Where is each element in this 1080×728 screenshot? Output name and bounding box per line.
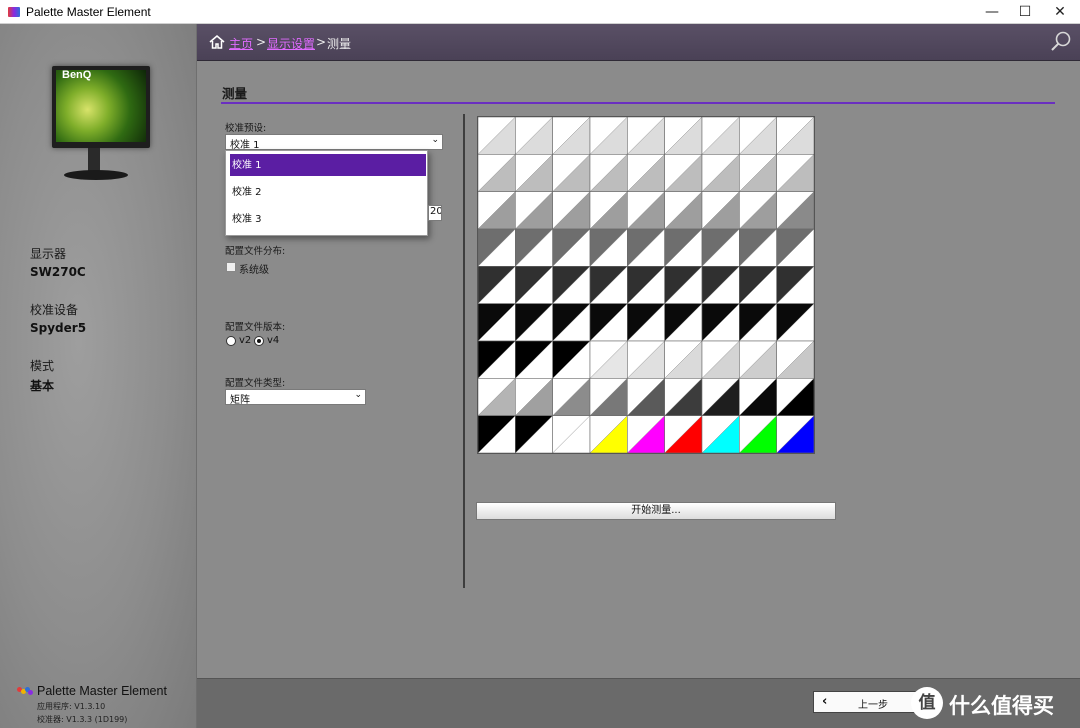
- color-patch-grid: [477, 116, 815, 454]
- maximize-button[interactable]: ☐: [1008, 0, 1042, 24]
- device-value: Spyder5: [30, 321, 87, 335]
- version-v2-radio[interactable]: [226, 336, 236, 346]
- vertical-divider: [463, 114, 465, 588]
- chevron-left-icon: ‹: [822, 694, 828, 709]
- breadcrumb: 主页 > 显示设置 > 测量: [197, 24, 1080, 61]
- title-underline: [221, 102, 1055, 104]
- app-name: Palette Master Element: [37, 684, 167, 698]
- close-button[interactable]: ✕: [1043, 0, 1077, 24]
- start-measure-button[interactable]: 开始测量...: [476, 502, 836, 520]
- search-icon[interactable]: [1050, 30, 1072, 52]
- version-v4-label: v4: [267, 335, 280, 346]
- version-v2-label: v2: [239, 335, 252, 346]
- monitor-image: BenQ: [52, 66, 150, 186]
- watermark-logo-icon: 值: [911, 687, 943, 719]
- window-titlebar: Palette Master Element — ☐ ✕: [0, 0, 1080, 24]
- type-select-value: 矩阵: [230, 395, 250, 406]
- mode-value: 基本: [30, 379, 55, 393]
- system-level-checkbox[interactable]: [226, 262, 236, 272]
- preset-option[interactable]: 校准 1: [230, 154, 426, 176]
- breadcrumb-separator: >: [256, 35, 267, 49]
- version-label: 配置文件版本:: [225, 322, 286, 333]
- type-select[interactable]: 矩阵 ⌄: [225, 389, 366, 406]
- app-icon: [8, 7, 20, 17]
- minimize-button[interactable]: —: [975, 0, 1009, 24]
- breadcrumb-separator: >: [316, 35, 327, 49]
- hidden-field-input[interactable]: 20: [428, 205, 442, 221]
- mode-label: 模式: [30, 359, 55, 373]
- preset-select[interactable]: 校准 1 ⌄: [225, 134, 443, 151]
- app-version: 应用程序: V1.3.10: [37, 702, 106, 711]
- chevron-down-icon: ⌄: [431, 135, 439, 145]
- breadcrumb-home-link[interactable]: 主页: [229, 35, 253, 52]
- system-level-label: 系统级: [239, 265, 269, 276]
- version-v4-radio[interactable]: [254, 336, 264, 346]
- distribution-label: 配置文件分布:: [225, 246, 286, 257]
- main-panel: 测量 校准预设: 校准 1 ⌄ 校准 1 校准 2 校准 3 20 配置文件分布…: [197, 61, 1080, 678]
- watermark: 值 什么值得买: [911, 687, 1077, 721]
- page-title: 测量: [222, 86, 248, 101]
- back-button-label: 上一步: [858, 700, 888, 711]
- chevron-down-icon: ⌄: [354, 390, 362, 400]
- breadcrumb-display-settings-link[interactable]: 显示设置: [267, 35, 315, 52]
- display-label: 显示器: [30, 247, 67, 261]
- preset-option[interactable]: 校准 3: [230, 208, 426, 230]
- breadcrumb-current: 测量: [327, 37, 352, 51]
- preset-option[interactable]: 校准 2: [230, 181, 426, 203]
- display-info: 显示器 SW270C: [30, 245, 86, 279]
- preset-dropdown-list: 校准 1 校准 2 校准 3: [225, 150, 428, 236]
- watermark-text: 什么值得买: [949, 694, 1054, 718]
- palette-logo-icon: [17, 687, 33, 695]
- sidebar: BenQ 显示器 SW270C 校准设备 Spyder5 模式 基本 Palet…: [0, 24, 197, 728]
- device-label: 校准设备: [30, 303, 79, 317]
- calibrator-version: 校准器: V1.3.3 (1D199): [37, 715, 128, 724]
- display-value: SW270C: [30, 265, 86, 279]
- footer-bar: ‹ 上一步 值 什么值得买: [197, 678, 1080, 728]
- monitor-brand-logo: BenQ: [62, 69, 92, 81]
- device-info: 校准设备 Spyder5: [30, 301, 86, 335]
- home-icon[interactable]: [209, 34, 225, 50]
- mode-info: 模式 基本: [30, 357, 54, 394]
- window-title: Palette Master Element: [26, 5, 151, 19]
- type-label: 配置文件类型:: [225, 378, 286, 389]
- back-button[interactable]: ‹ 上一步: [813, 691, 917, 713]
- preset-label: 校准预设:: [225, 123, 267, 134]
- color-patch-svg: [478, 117, 814, 453]
